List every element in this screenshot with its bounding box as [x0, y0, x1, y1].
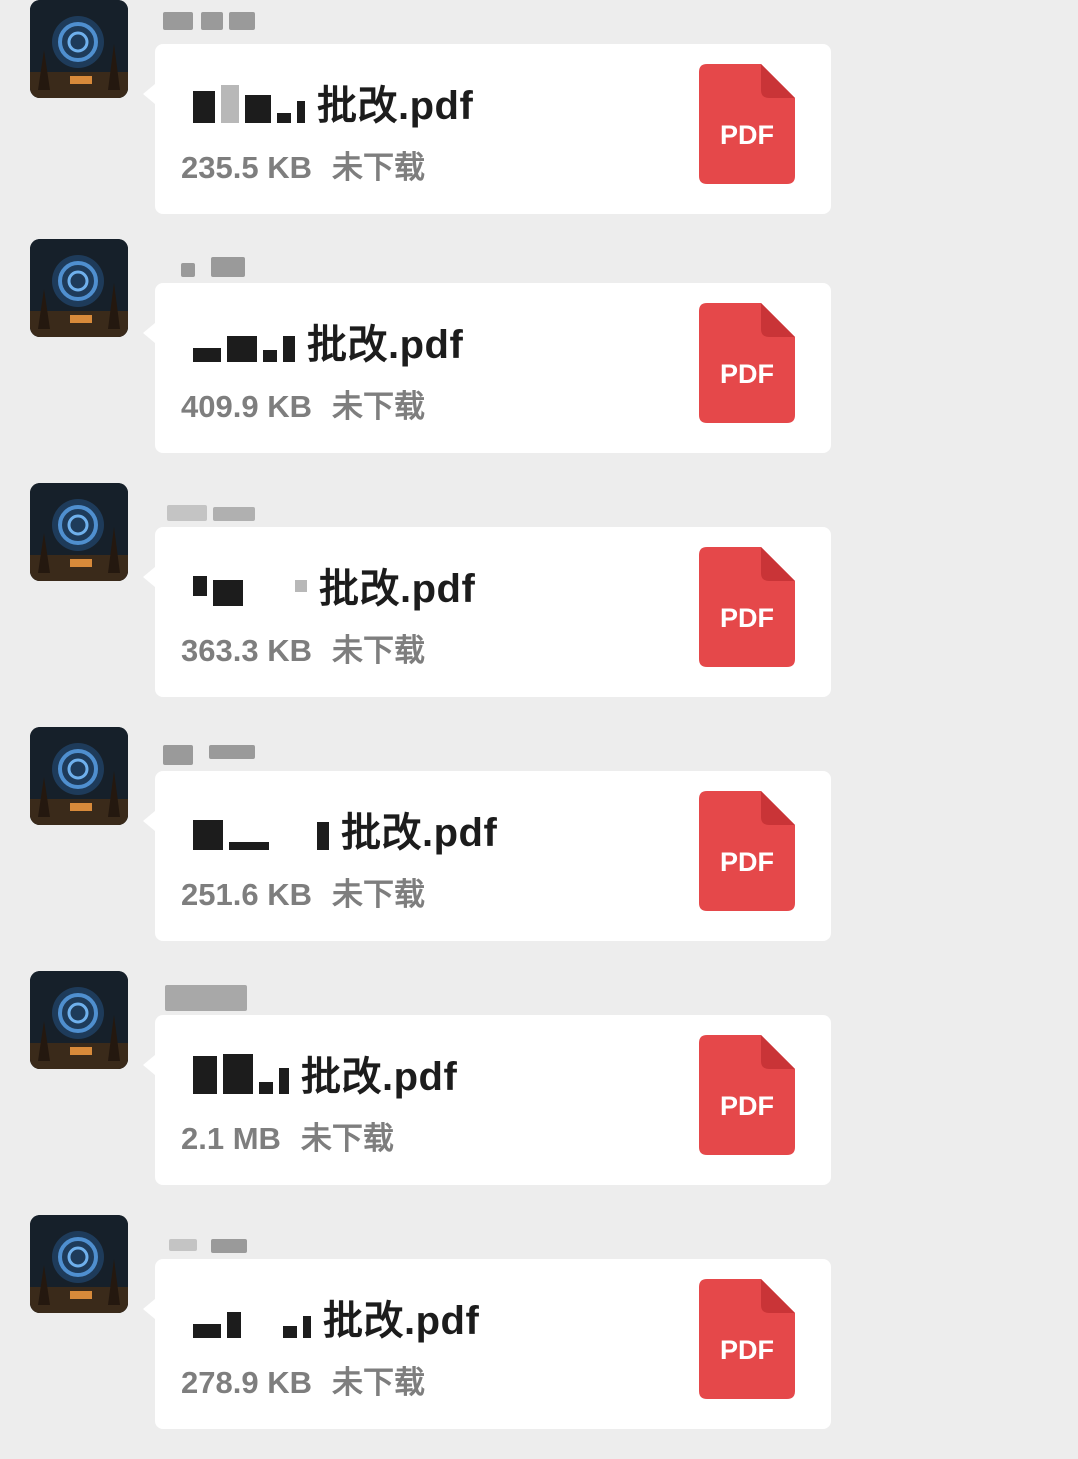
night-sky-avatar-icon [30, 0, 128, 98]
file-name: 批改.pdf [193, 799, 673, 859]
pdf-label: PDF [720, 1335, 774, 1365]
pdf-label: PDF [720, 1091, 774, 1121]
download-status: 未下载 [331, 877, 425, 912]
sender-name-redacted [163, 4, 255, 32]
night-sky-avatar-icon [30, 971, 128, 1069]
avatar[interactable] [30, 0, 128, 98]
file-meta: 409.9 KB 未下载 [181, 381, 425, 426]
pdf-file-icon: PDF [699, 1035, 795, 1155]
file-name-redacted [193, 1052, 289, 1094]
night-sky-avatar-icon [30, 1215, 128, 1313]
download-status: 未下载 [331, 1365, 425, 1400]
file-name: 批改.pdf [193, 555, 673, 615]
pdf-label: PDF [720, 120, 774, 150]
pdf-file-icon: PDF [699, 303, 795, 423]
file-name: 批改.pdf [193, 72, 673, 132]
pdf-label: PDF [720, 847, 774, 877]
pdf-label: PDF [720, 359, 774, 389]
file-size: 235.5 KB [181, 150, 312, 185]
avatar[interactable] [30, 483, 128, 581]
sender-name-redacted [163, 731, 255, 765]
file-name-text: 批改.pdf [323, 1299, 480, 1343]
file-meta: 251.6 KB 未下载 [181, 869, 425, 914]
file-name-redacted [193, 808, 329, 850]
avatar[interactable] [30, 727, 128, 825]
file-message-bubble[interactable]: 批改.pdf 363.3 KB 未下载 PDF [143, 527, 831, 697]
chat-message: 批改.pdf 235.5 KB 未下载 PDF [0, 0, 1078, 244]
chat-message: 批改.pdf 409.9 KB 未下载 PDF [0, 239, 1078, 483]
file-size: 251.6 KB [181, 877, 312, 912]
file-name: 批改.pdf [193, 1287, 673, 1347]
file-message-bubble[interactable]: 批改.pdf 409.9 KB 未下载 PDF [143, 283, 831, 453]
file-name-redacted [193, 564, 307, 606]
file-size: 2.1 MB [181, 1121, 281, 1156]
night-sky-avatar-icon [30, 727, 128, 825]
file-size: 363.3 KB [181, 633, 312, 668]
file-name-redacted [193, 81, 305, 123]
file-name-redacted [193, 320, 295, 362]
chat-message: 批改.pdf 278.9 KB 未下载 PDF [0, 1215, 1078, 1459]
file-size: 409.9 KB [181, 389, 312, 424]
download-status: 未下载 [300, 1121, 394, 1156]
pdf-label: PDF [720, 603, 774, 633]
file-name-redacted [193, 1296, 311, 1338]
pdf-file-icon: PDF [699, 1279, 795, 1399]
file-message-bubble[interactable]: 批改.pdf 251.6 KB 未下载 PDF [143, 771, 831, 941]
avatar[interactable] [30, 971, 128, 1069]
file-name-text: 批改.pdf [301, 1055, 458, 1099]
chat-message: 批改.pdf 363.3 KB 未下载 PDF [0, 483, 1078, 727]
file-meta: 363.3 KB 未下载 [181, 625, 425, 670]
file-name: 批改.pdf [193, 311, 673, 371]
file-name-text: 批改.pdf [341, 811, 498, 855]
sender-name-redacted [163, 487, 255, 521]
download-status: 未下载 [331, 389, 425, 424]
night-sky-avatar-icon [30, 483, 128, 581]
file-name-text: 批改.pdf [317, 84, 474, 128]
file-message-bubble[interactable]: 批改.pdf 2.1 MB 未下载 PDF [143, 1015, 831, 1185]
chat-message: 批改.pdf 2.1 MB 未下载 PDF [0, 971, 1078, 1215]
download-status: 未下载 [331, 150, 425, 185]
file-message-bubble[interactable]: 批改.pdf 278.9 KB 未下载 PDF [143, 1259, 831, 1429]
sender-name-redacted [163, 975, 255, 1011]
file-meta: 235.5 KB 未下载 [181, 142, 425, 187]
file-name-text: 批改.pdf [307, 323, 464, 367]
avatar[interactable] [30, 239, 128, 337]
pdf-file-icon: PDF [699, 791, 795, 911]
file-size: 278.9 KB [181, 1365, 312, 1400]
pdf-file-icon: PDF [699, 64, 795, 184]
night-sky-avatar-icon [30, 239, 128, 337]
file-name-text: 批改.pdf [319, 567, 476, 611]
avatar[interactable] [30, 1215, 128, 1313]
file-meta: 278.9 KB 未下载 [181, 1357, 425, 1402]
pdf-file-icon: PDF [699, 547, 795, 667]
file-name: 批改.pdf [193, 1043, 673, 1103]
download-status: 未下载 [331, 633, 425, 668]
chat-message: 批改.pdf 251.6 KB 未下载 PDF [0, 727, 1078, 971]
file-meta: 2.1 MB 未下载 [181, 1113, 394, 1158]
sender-name-redacted [163, 1219, 255, 1253]
sender-name-redacted [163, 243, 255, 277]
file-message-bubble[interactable]: 批改.pdf 235.5 KB 未下载 PDF [143, 44, 831, 214]
